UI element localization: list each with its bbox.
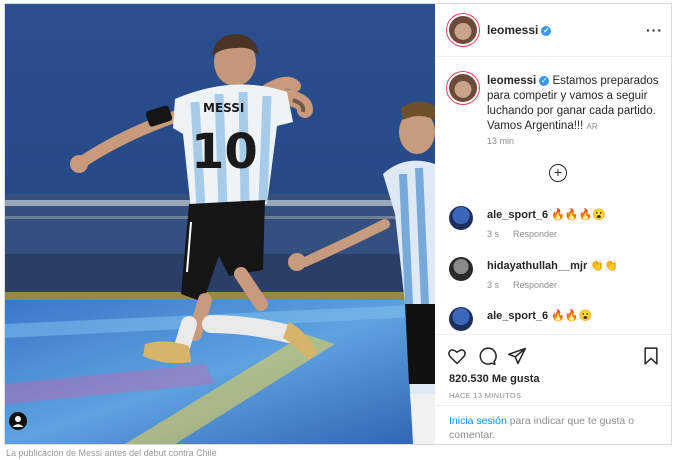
add-icon[interactable]: + — [549, 164, 567, 182]
user-tag-icon[interactable] — [9, 412, 27, 430]
jersey-number: 10 — [191, 124, 258, 180]
verified-icon: ✓ — [541, 26, 552, 36]
login-prompt: Inicia sesión para indicar que te gusta … — [435, 405, 671, 444]
reply-button[interactable]: Responder — [513, 229, 557, 239]
comment-age: 3 s — [487, 280, 500, 290]
comment-text: 👏👏 — [590, 260, 618, 272]
comment-avatar[interactable] — [449, 307, 473, 331]
comment-meta: 3 s Responder — [487, 280, 571, 290]
comment-age: 3 s — [487, 229, 500, 239]
caption-username[interactable]: leomessi — [487, 75, 536, 87]
instagram-post-embed: MESSI 10 leomessi ✓ ··· leomessi ✓ Estam… — [4, 3, 672, 445]
share-icon[interactable] — [507, 346, 527, 366]
comment-line: ale_sport_6 🔥🔥😮 — [487, 309, 592, 322]
verified-icon: ✓ — [539, 76, 550, 86]
heart-icon[interactable] — [447, 346, 467, 366]
comment-meta: 3 s Responder — [487, 229, 571, 239]
messi-celebration-image: MESSI 10 — [5, 4, 435, 444]
posted-ago[interactable]: HACE 13 MINUTOS — [449, 391, 521, 400]
caption-time[interactable]: 13 min — [487, 136, 514, 146]
bookmark-icon[interactable] — [641, 346, 661, 366]
reply-button[interactable]: Responder — [513, 280, 557, 290]
post-header: leomessi ✓ ··· — [435, 4, 671, 57]
post-photo[interactable]: MESSI 10 — [5, 4, 435, 444]
comment-icon[interactable] — [477, 346, 497, 366]
caption-badge: AR — [586, 122, 598, 131]
comment-avatar[interactable] — [449, 257, 473, 281]
comment-username[interactable]: hidayathullah__mjr — [487, 260, 587, 272]
header-username[interactable]: leomessi — [487, 23, 538, 37]
jersey-name: MESSI — [203, 101, 244, 115]
profile-avatar[interactable] — [449, 16, 477, 44]
comment-avatar[interactable] — [449, 206, 473, 230]
post-caption: leomessi ✓ Estamos preparados para compet… — [487, 74, 663, 134]
comment-username[interactable]: ale_sport_6 — [487, 209, 548, 221]
comment-username[interactable]: ale_sport_6 — [487, 310, 548, 322]
likes-count[interactable]: 820.530 Me gusta — [449, 373, 540, 385]
comment-text: 🔥🔥🔥😮 — [551, 209, 607, 221]
header-username-row[interactable]: leomessi ✓ — [487, 23, 552, 37]
login-link[interactable]: Inicia sesión — [449, 415, 507, 427]
post-actions: 820.530 Me gusta HACE 13 MINUTOS Inicia … — [435, 334, 671, 444]
article-caption: La publicación de Messi antes del debut … — [6, 448, 217, 458]
comment-text: 🔥🔥😮 — [551, 310, 593, 322]
comment-line: ale_sport_6 🔥🔥🔥😮 — [487, 208, 606, 221]
comment-line: hidayathullah__mjr 👏👏 — [487, 259, 618, 272]
caption-avatar[interactable] — [449, 74, 477, 102]
post-side-panel: leomessi ✓ ··· leomessi ✓ Estamos preparad… — [435, 4, 671, 444]
more-icon[interactable]: ··· — [646, 22, 663, 38]
